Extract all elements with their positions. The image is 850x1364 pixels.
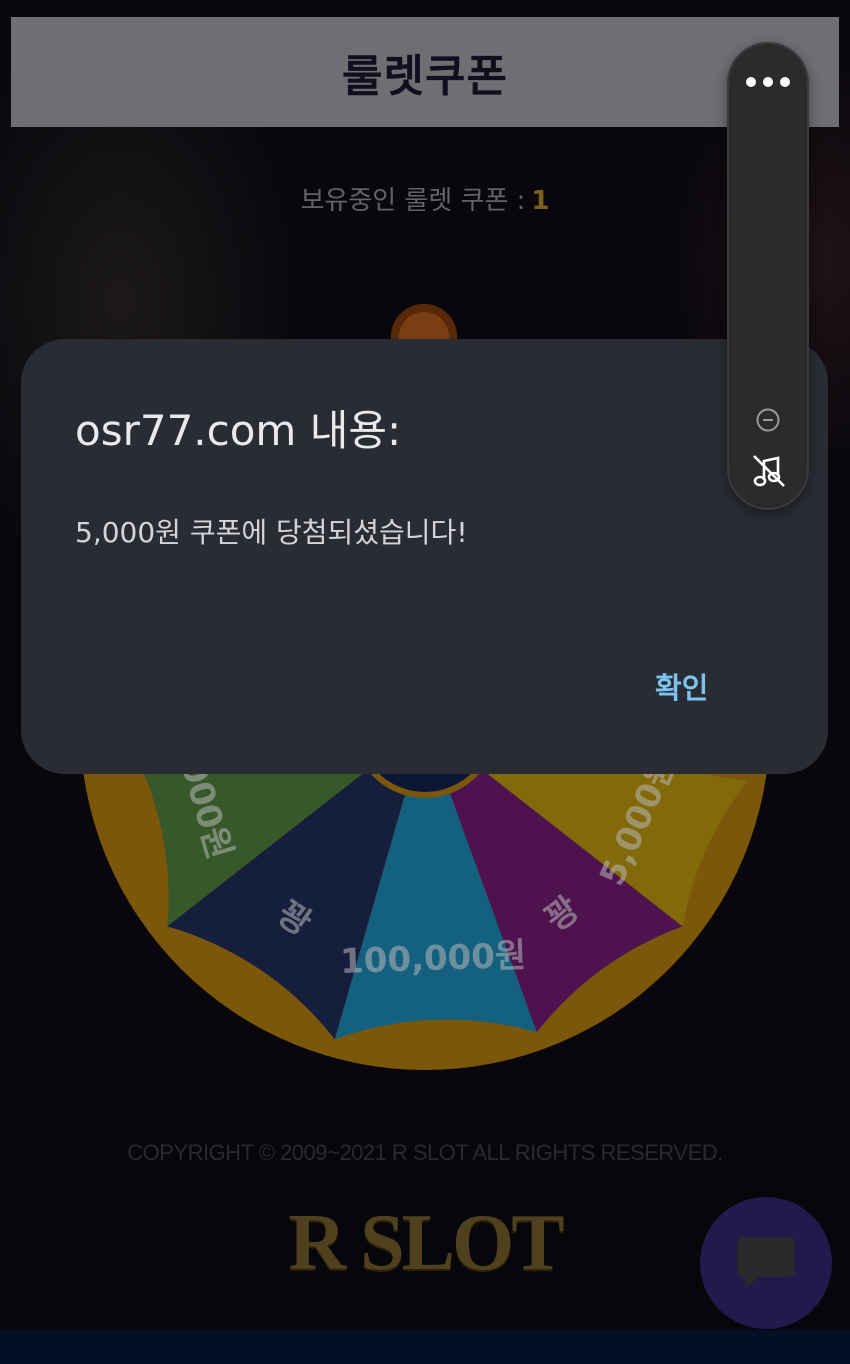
- dialog-title: osr77.com 내용:: [75, 406, 402, 455]
- mute-icon[interactable]: [750, 452, 788, 490]
- more-icon[interactable]: [746, 74, 790, 90]
- dialog-message: 5,000원 쿠폰에 당첨되셨습니다!: [75, 516, 468, 549]
- alert-dialog: osr77.com 내용: 5,000원 쿠폰에 당첨되셨습니다! 확인: [21, 339, 828, 774]
- floating-side-panel: [729, 44, 807, 508]
- confirm-button[interactable]: 확인: [655, 665, 708, 707]
- minus-circle-icon[interactable]: [755, 407, 781, 433]
